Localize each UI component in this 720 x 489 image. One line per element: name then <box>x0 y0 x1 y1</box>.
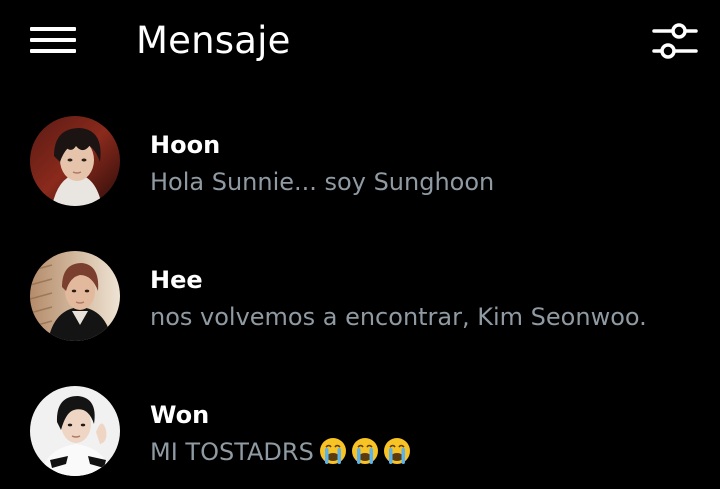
crying-face-icon <box>351 438 378 464</box>
page-title: Mensaje <box>136 19 291 62</box>
filter-button[interactable] <box>652 20 698 62</box>
chat-name: Hee <box>150 266 203 294</box>
hamburger-menu-icon <box>30 27 76 31</box>
crying-face-icon <box>383 438 410 464</box>
chat-preview: nos volvemos a encontrar, Kim Seonwoo. <box>150 303 647 331</box>
app-header: Mensaje <box>0 0 720 82</box>
chat-name: Won <box>150 401 210 429</box>
chat-name: Hoon <box>150 131 221 159</box>
chat-item-hee[interactable]: Hee nos volvemos a encontrar, Kim Seonwo… <box>0 233 720 368</box>
menu-button[interactable] <box>30 26 76 56</box>
chat-preview: MI TOSTADRS <box>150 436 414 469</box>
avatar[interactable] <box>30 116 120 206</box>
chat-preview-text: MI TOSTADRS <box>150 438 314 466</box>
chat-preview: Hola Sunnie... soy Sunghoon <box>150 168 495 196</box>
chat-item-hoon[interactable]: Hoon Hola Sunnie... soy Sunghoon <box>0 98 720 233</box>
chat-list: Hoon Hola Sunnie... soy Sunghoon Hee nos… <box>0 98 720 489</box>
crying-face-icon <box>319 438 346 464</box>
sliders-filter-icon <box>652 23 698 59</box>
avatar[interactable] <box>30 386 120 476</box>
messages-screen: Mensaje Hoon Hola Sunnie... soy Sunghoon… <box>0 0 720 489</box>
avatar[interactable] <box>30 251 120 341</box>
emoji-group <box>318 434 414 466</box>
chat-item-won[interactable]: Won MI TOSTADRS <box>0 368 720 489</box>
